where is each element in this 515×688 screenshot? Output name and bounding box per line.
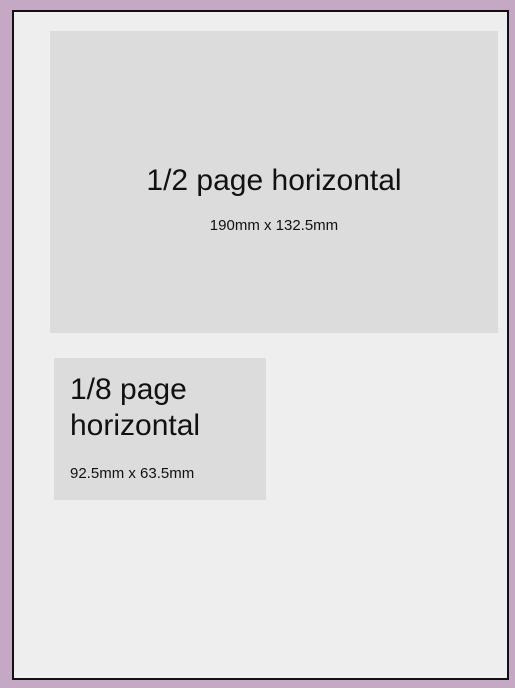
ad-eighth-horizontal-label: 1/8 page horizontal	[70, 373, 201, 442]
ad-half-horizontal-label: 1/2 page horizontal	[146, 164, 402, 197]
ad-block-half-horizontal: 1/2 page horizontal 190mm x 132.5mm	[50, 31, 498, 333]
ad-eighth-horizontal-size: 92.5mm x 63.5mm	[70, 465, 195, 482]
page-outline: 1/2 page horizontal 190mm x 132.5mm 1/8 …	[12, 10, 509, 680]
ad-half-horizontal-size: 190mm x 132.5mm	[209, 217, 339, 234]
ad-block-eighth-horizontal: 1/8 page horizontal 92.5mm x 63.5mm	[54, 358, 266, 500]
